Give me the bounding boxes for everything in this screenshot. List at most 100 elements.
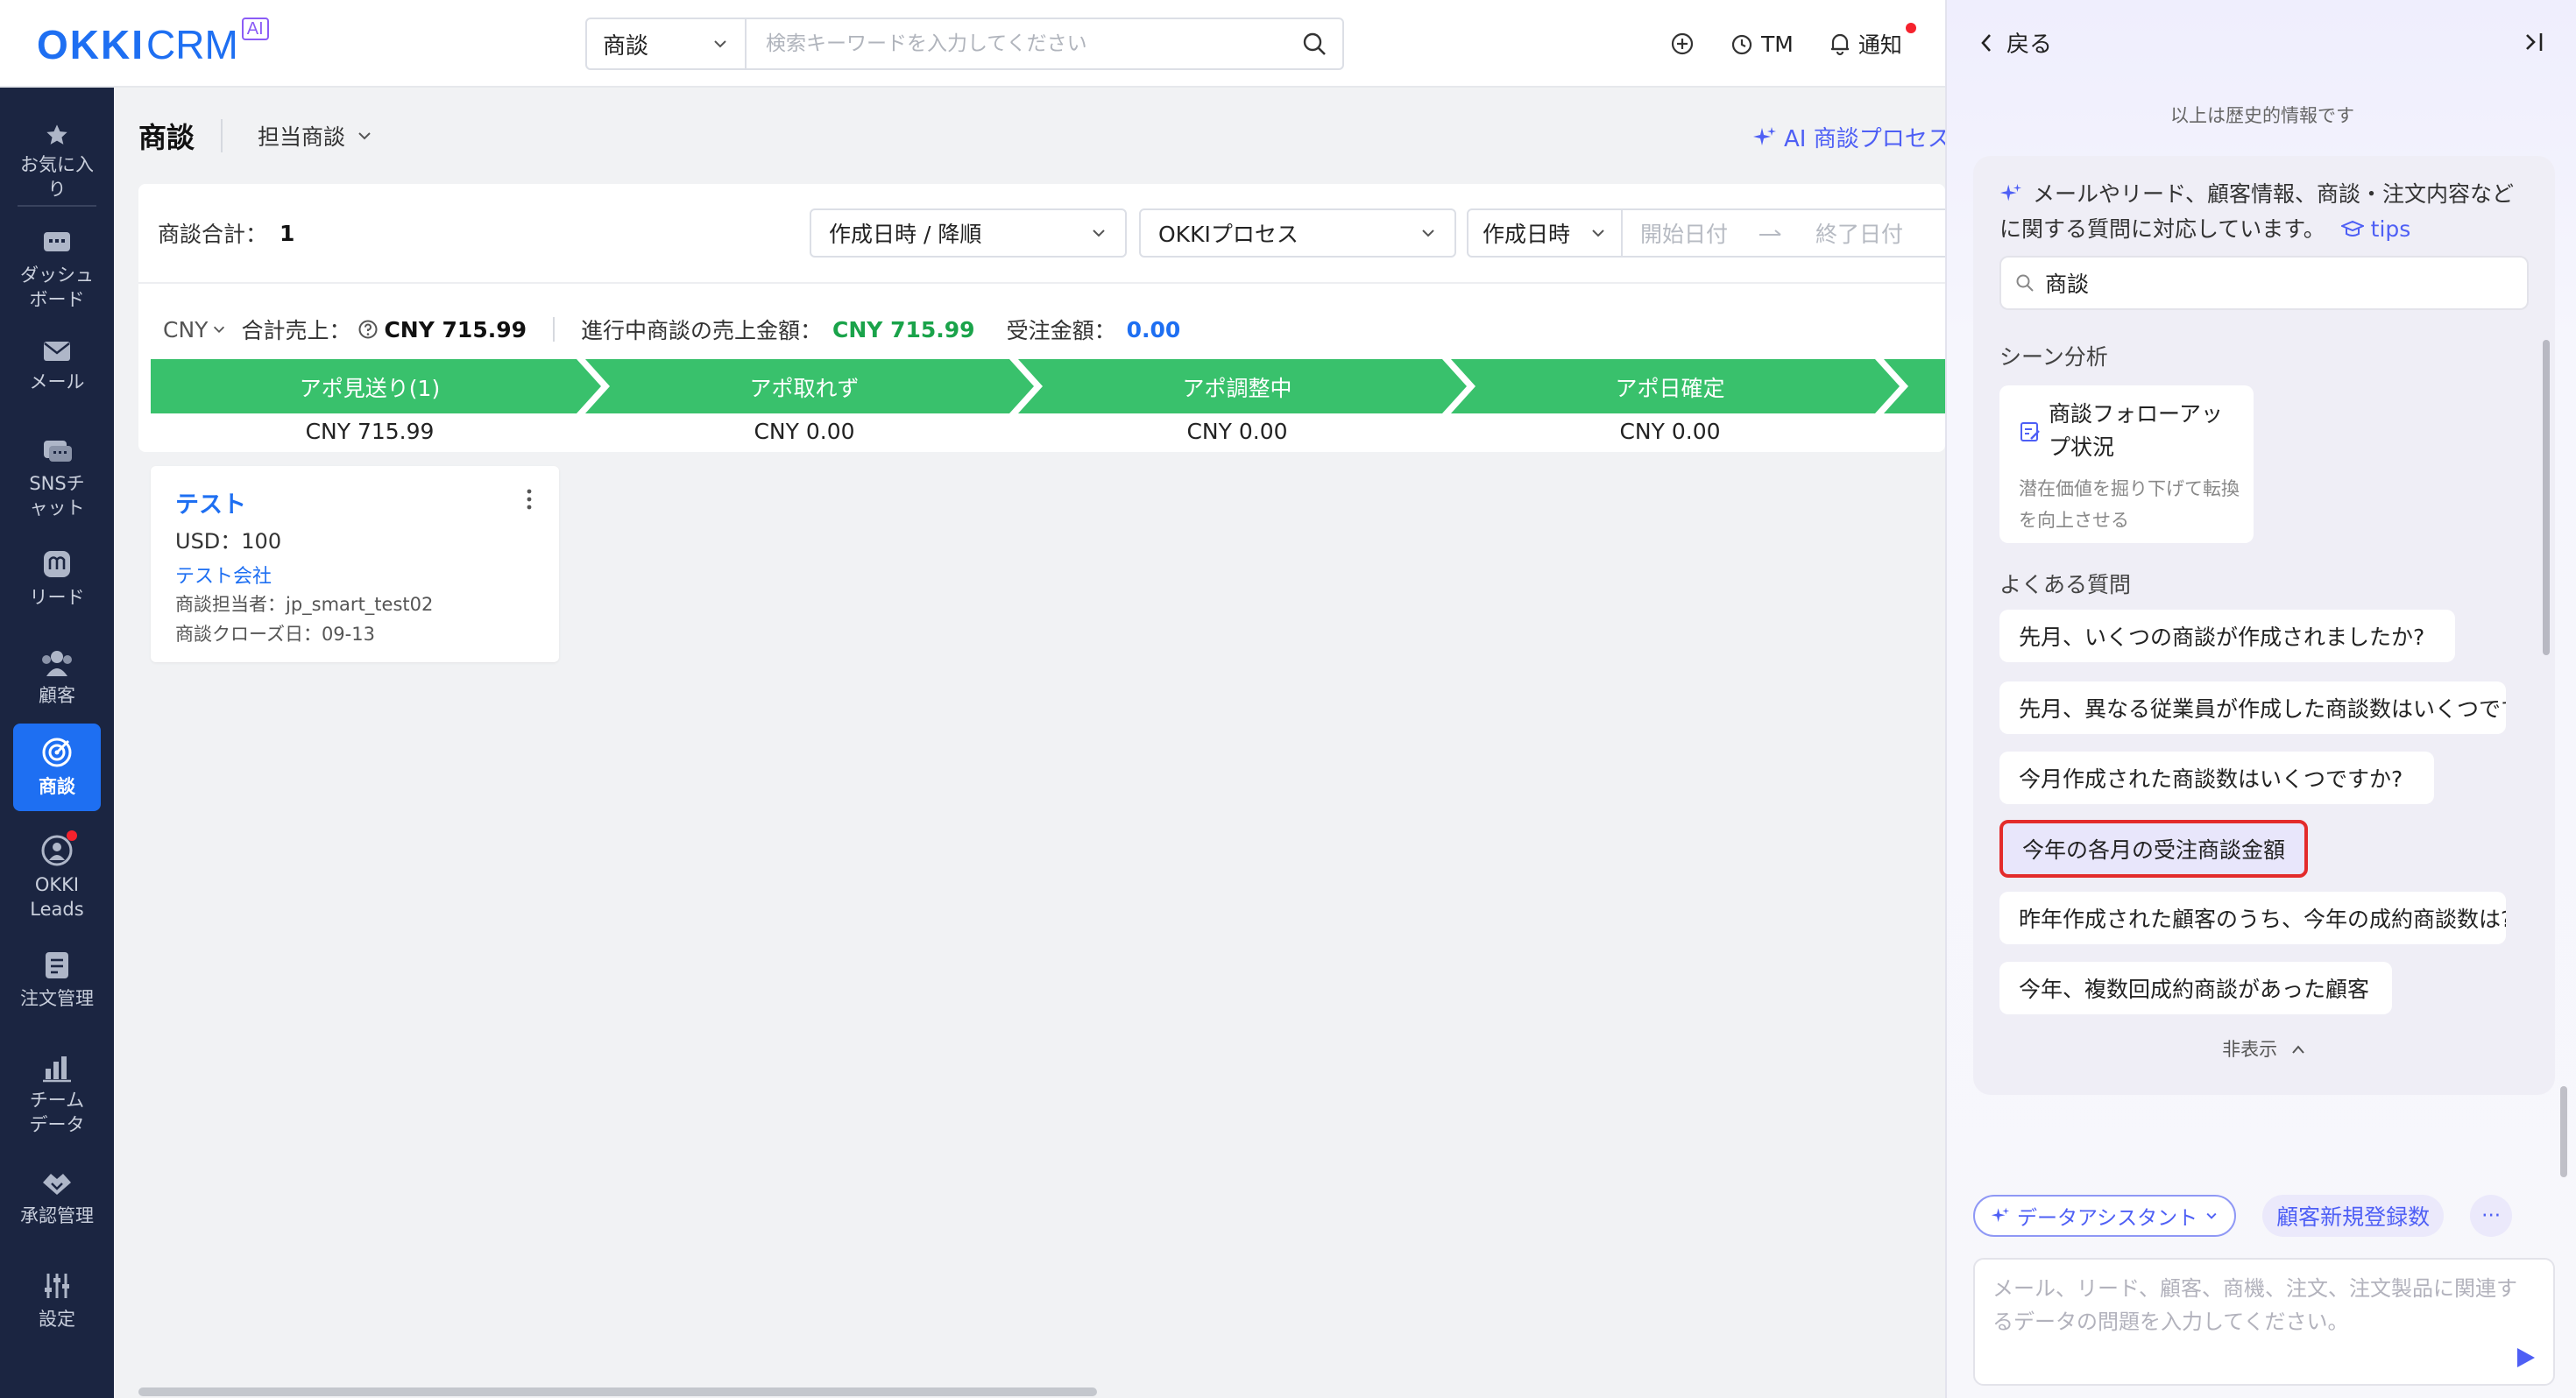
faq-item-selected[interactable]: 今年の各月の受注商談金額 — [1999, 820, 2308, 878]
add-button[interactable] — [1670, 32, 1695, 56]
tips-link[interactable]: tips — [2339, 216, 2411, 242]
top-actions: TM 通知 — [1670, 23, 1937, 61]
chevron-down-icon — [2206, 1212, 2217, 1219]
notification-label: 通知 — [1858, 32, 1902, 58]
user-menu[interactable]: TM — [1730, 32, 1794, 57]
start-date-input[interactable]: 開始日付 — [1640, 217, 1728, 249]
total-sales-label: 合計売上： — [241, 318, 351, 343]
graduation-cap-icon — [2339, 220, 2366, 237]
bell-icon — [1830, 33, 1849, 56]
ai-welcome-card: メールやリード、顧客情報、商談・注文内容などに関する質問に対応しています。 ti… — [1973, 156, 2555, 1095]
process-select[interactable]: OKKIプロセス — [1139, 208, 1456, 258]
hide-toggle[interactable]: 非表示 — [1973, 1035, 2555, 1062]
sidebar-item-sns-chat[interactable]: SNSチャット — [0, 410, 114, 526]
search-input[interactable] — [747, 19, 1286, 68]
deal-card[interactable]: テスト USD：100 テスト会社 商談担当者：jp_smart_test02 … — [151, 466, 559, 662]
sidebar-item-deals[interactable]: 商談 — [13, 724, 101, 811]
sidebar-item-label: 注文管理 — [20, 988, 94, 1009]
sparkle-icon — [1999, 183, 2022, 201]
faq-item[interactable]: 今年、複数回成約商談があった顧客 — [1999, 962, 2392, 1014]
assistant-chip-row: データアシスタント 顧客新規登録数 ··· — [1973, 1195, 2513, 1237]
deal-title[interactable]: テスト — [175, 485, 246, 519]
faq-item[interactable]: 先月、異なる従業員が作成した商談数はいくつですか? — [1999, 681, 2506, 734]
chevron-up-icon — [2292, 1045, 2304, 1054]
sparkle-icon — [1753, 126, 1776, 145]
chevron-down-icon — [1422, 229, 1434, 237]
deal-filter-panel: 商談合計： 1 作成日時 / 降順 OKKIプロセス 作成日時 開始日付 終了日… — [138, 184, 1956, 452]
more-chip[interactable]: ··· — [2470, 1195, 2513, 1237]
help-icon[interactable] — [357, 319, 379, 340]
page-title: 商談 — [138, 121, 195, 154]
sidebar-item-label: 承認管理 — [20, 1205, 94, 1226]
hide-label: 非表示 — [2222, 1039, 2278, 1060]
faq-item[interactable]: 昨年作成された顧客のうち、今年の成約商談数は? — [1999, 892, 2506, 944]
send-icon[interactable] — [2513, 1345, 2537, 1370]
sidebar-item-label: SNSチャット — [29, 473, 85, 519]
collapse-panel-icon[interactable] — [2522, 30, 2546, 54]
ai-process-label: AI 商談プロセス — [1784, 126, 1950, 152]
deal-company-link[interactable]: テスト会社 — [175, 561, 272, 589]
chevron-down-icon — [358, 132, 371, 140]
dashboard-icon — [44, 232, 70, 251]
ongoing-sales-label: 進行中商談の売上金額： — [581, 318, 823, 343]
stage-amount-1: CNY 0.00 — [754, 419, 855, 444]
faq-title: よくある質問 — [1999, 572, 2132, 597]
date-range-picker[interactable]: 開始日付 終了日付 — [1623, 208, 1956, 258]
data-assistant-chip[interactable]: データアシスタント — [1973, 1195, 2237, 1237]
summary-divider — [553, 317, 556, 342]
scene-card-desc: 潜在価値を掘り下げて転換を向上させる — [2019, 478, 2240, 531]
stage-amount-0: CNY 715.99 — [305, 419, 435, 444]
sidebar-item-customers[interactable]: 顧客 — [0, 624, 114, 724]
page-header: 商談 担当商談 — [138, 114, 373, 158]
faq-item[interactable]: 先月、いくつの商談が作成されましたか? — [1999, 610, 2455, 662]
ai-question-input[interactable] — [1992, 1272, 2536, 1351]
tips-label: tips — [2370, 216, 2411, 242]
chevron-down-icon — [1093, 229, 1105, 237]
faq-item[interactable]: 今月作成された商談数はいくつですか? — [1999, 752, 2434, 804]
sidebar-item-dashboard[interactable]: ダッシュボード — [0, 207, 114, 312]
stage-label-3: アポ日確定 — [1615, 376, 1725, 401]
user-initials: TM — [1761, 31, 1794, 57]
customers-icon — [42, 651, 72, 676]
ongoing-sales-value: CNY 715.99 — [832, 316, 975, 342]
ai-intro: メールやリード、顧客情報、商談・注文内容などに関する質問に対応しています。 ti… — [1999, 177, 2534, 247]
search-scope-select[interactable]: 商談 — [587, 19, 747, 68]
sidebar-item-mail[interactable]: メール — [0, 312, 114, 410]
ai-assistant-panel: 戻る 以上は歴史的情報です メールやリード、顧客情報、商談・注文内容などに関する… — [1945, 0, 2576, 1398]
search-icon[interactable] — [1286, 31, 1342, 57]
sidebar-item-settings[interactable]: 設定 — [0, 1251, 114, 1347]
view-label: 担当商談 — [258, 124, 346, 150]
sidebar-item-team-data[interactable]: チームデータ — [0, 1030, 114, 1151]
ai-search-input[interactable]: 商談 — [1999, 256, 2529, 310]
date-field-select[interactable]: 作成日時 — [1467, 208, 1623, 258]
scene-card-deal-followup[interactable]: 商談フォローアップ状況 潜在価値を掘り下げて転換を向上させる — [1999, 385, 2254, 543]
deal-owner: 商談担当者：jp_smart_test02 — [175, 594, 434, 615]
sidebar-item-leads[interactable]: リード — [0, 526, 114, 624]
stage-label-0: アポ見送り(1) — [299, 376, 441, 401]
suggestion-chip[interactable]: 顧客新規登録数 — [2262, 1195, 2445, 1237]
okki-leads-badge — [67, 830, 77, 841]
okki-crm-logo[interactable]: OKKI CRM AI — [37, 18, 269, 68]
sidebar-item-favorites[interactable]: お気に入り — [0, 88, 114, 201]
sidebar-item-okki-leads[interactable]: OKKI Leads — [0, 811, 114, 930]
chevron-down-icon — [214, 326, 225, 333]
view-selector[interactable]: 担当商談 — [258, 120, 373, 152]
ai-deal-process-button[interactable]: AI 商談プロセス — [1752, 121, 1950, 153]
top-bar: OKKI CRM AI 商談 TM 通知 — [0, 0, 1945, 88]
more-vertical-icon[interactable] — [526, 487, 533, 512]
settings-icon — [45, 1274, 69, 1298]
horizontal-scrollbar[interactable] — [138, 1387, 1097, 1396]
panel-scrollbar[interactable] — [2560, 1086, 2567, 1177]
faq-scrollbar[interactable] — [2543, 340, 2550, 655]
sort-select[interactable]: 作成日時 / 降順 — [810, 208, 1127, 258]
notification-button[interactable]: 通知 — [1829, 23, 1916, 60]
sidebar-item-orders[interactable]: 注文管理 — [0, 930, 114, 1030]
sidebar-item-approvals[interactable]: 承認管理 — [0, 1151, 114, 1251]
end-date-input[interactable]: 終了日付 — [1815, 217, 1903, 249]
star-icon — [46, 124, 67, 145]
currency-select[interactable]: CNY — [163, 317, 227, 342]
chevron-down-icon — [714, 40, 726, 48]
stage-amount-3: CNY 0.00 — [1619, 419, 1721, 444]
back-button[interactable]: 戻る — [1978, 26, 2052, 59]
global-search: 商談 — [585, 18, 1344, 70]
